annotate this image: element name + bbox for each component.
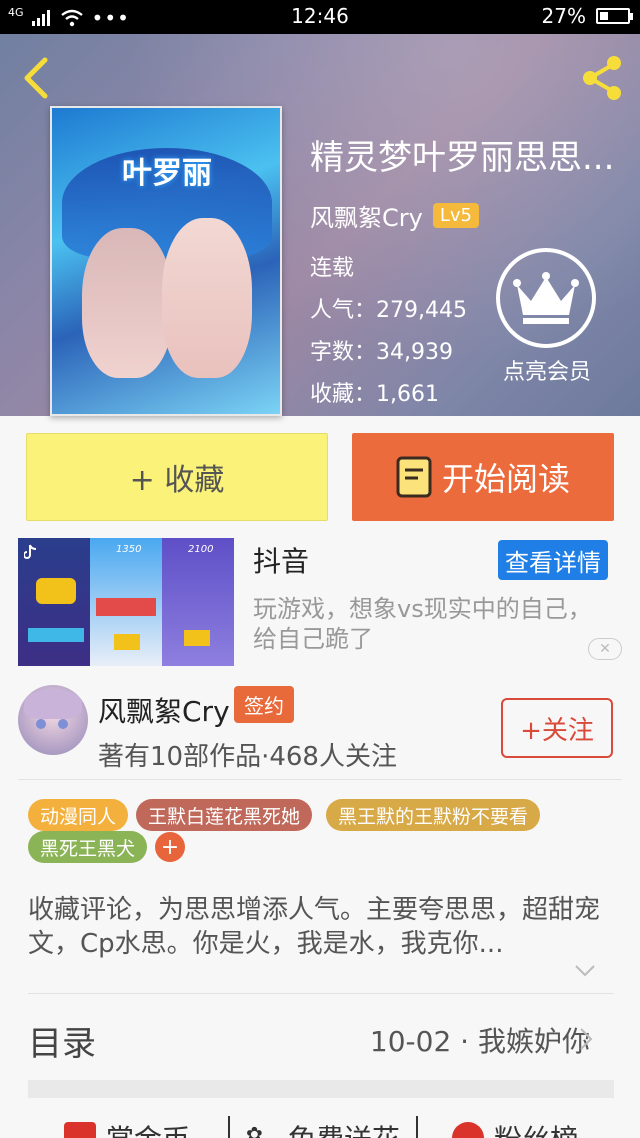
cover-title-text: 叶罗丽 <box>122 156 212 191</box>
book-detail-page: 4G ••• 12:46 27% 叶罗丽 精灵梦叶罗丽思思... 风飘絮Cry … <box>0 0 640 1138</box>
follow-button[interactable]: +关注 <box>501 698 613 758</box>
author-avatar[interactable] <box>18 685 88 755</box>
crown-icon <box>513 272 579 324</box>
divider <box>18 779 622 780</box>
status-bar: 4G ••• 12:46 27% <box>0 0 640 34</box>
collect-button[interactable]: + 收藏 <box>26 433 328 521</box>
book-description[interactable]: 收藏评论，为思思增添人气。主要夸思思，超甜宠文，Cp水思。你是火，我是水，我克你… <box>28 893 608 961</box>
ad-thumb-3: 2100 <box>162 538 234 666</box>
battery-icon <box>596 8 633 24</box>
chevron-right-icon[interactable] <box>578 1026 594 1052</box>
share-button[interactable] <box>578 52 626 104</box>
ad-detail-button[interactable]: 查看详情 <box>498 540 608 580</box>
fan-ranking-button[interactable]: 粉丝榜 <box>452 1118 578 1138</box>
battery-percent: 27% <box>541 4 586 28</box>
favorites-value: 1,661 <box>376 382 439 407</box>
words-label: 字数： <box>310 340 377 365</box>
send-flower-label: 免费送花 <box>288 1118 400 1138</box>
ad-close-button[interactable]: ✕ <box>588 638 622 660</box>
ad-thumb-2: 1350 <box>90 538 162 666</box>
vip-button[interactable]: 点亮会员 <box>496 248 598 386</box>
words-value: 34,939 <box>376 340 453 365</box>
ad-thumb-3-number: 2100 <box>188 544 214 555</box>
popularity-value: 279,445 <box>376 298 467 323</box>
signed-badge: 签约 <box>234 686 294 723</box>
author-name[interactable]: 风飘絮Cry <box>98 690 230 730</box>
fan-ranking-label: 粉丝榜 <box>494 1118 578 1138</box>
divider <box>416 1116 418 1138</box>
send-flower-button[interactable]: ✿ 免费送花 <box>246 1118 400 1138</box>
ad-thumb-car-2 <box>114 634 140 650</box>
flower-icon: ✿ <box>246 1122 263 1138</box>
share-icon <box>583 56 621 100</box>
ad-title[interactable]: 抖音 <box>253 540 309 580</box>
toc-label[interactable]: 目录 <box>28 1016 96 1065</box>
ad-thumb-button <box>28 628 84 642</box>
ad-image[interactable]: 1350 2100 <box>18 538 234 666</box>
divider <box>228 1116 230 1138</box>
vip-label: 点亮会员 <box>502 360 591 385</box>
chevron-left-icon <box>24 57 48 99</box>
section-separator <box>28 1080 614 1098</box>
reward-coins-button[interactable]: 赏金币 <box>64 1118 190 1138</box>
tiktok-icon <box>24 544 37 559</box>
tag-item[interactable]: 黑王默的王默粉不要看 <box>326 799 541 831</box>
favorites-label: 收藏： <box>310 382 377 407</box>
toc-latest-chapter[interactable]: 10-02 · 我嫉妒你 <box>370 1020 590 1060</box>
vip-circle <box>496 248 596 348</box>
close-icon: ✕ <box>599 641 611 657</box>
chevron-down-icon[interactable] <box>574 964 596 978</box>
divider <box>28 993 614 994</box>
author-row: 风飘絮Cry Lv5 <box>310 198 628 233</box>
book-icon <box>396 456 432 498</box>
ranking-icon <box>452 1122 484 1138</box>
avatar-eye-right <box>58 719 68 729</box>
book-title: 精灵梦叶罗丽思思... <box>310 138 615 178</box>
start-reading-label: 开始阅读 <box>441 460 570 498</box>
ad-thumb-car <box>36 578 76 604</box>
book-author[interactable]: 风飘絮Cry <box>310 198 423 233</box>
cover-art-face-left <box>82 228 172 378</box>
tag-item[interactable]: 王默白莲花黑死她 <box>136 799 313 831</box>
start-reading-button[interactable]: 开始阅读 <box>352 433 614 521</box>
ad-thumb-car-3 <box>184 630 210 646</box>
add-tag-button[interactable]: + <box>155 832 185 862</box>
avatar-eye-left <box>36 719 46 729</box>
ad-description[interactable]: 玩游戏，想象vs现实中的自己，给自己跪了 <box>253 594 615 654</box>
coin-icon <box>64 1122 96 1138</box>
avatar-hair <box>24 689 82 719</box>
tag-item[interactable]: 动漫同人 <box>28 799 129 831</box>
book-cover[interactable]: 叶罗丽 <box>50 106 282 416</box>
tag-item[interactable]: 黑死王黑犬 <box>28 831 148 863</box>
back-button[interactable] <box>14 52 56 104</box>
ad-thumb-2-number: 1350 <box>116 544 142 555</box>
author-meta: 著有10部作品·468人关注 <box>98 742 397 772</box>
level-badge: Lv5 <box>432 203 479 228</box>
reward-coins-label: 赏金币 <box>106 1118 190 1138</box>
ad-thumb-road <box>96 598 156 616</box>
popularity-label: 人气： <box>310 298 377 323</box>
cover-art-face-right <box>162 218 252 378</box>
status-right: 27% <box>541 4 633 28</box>
